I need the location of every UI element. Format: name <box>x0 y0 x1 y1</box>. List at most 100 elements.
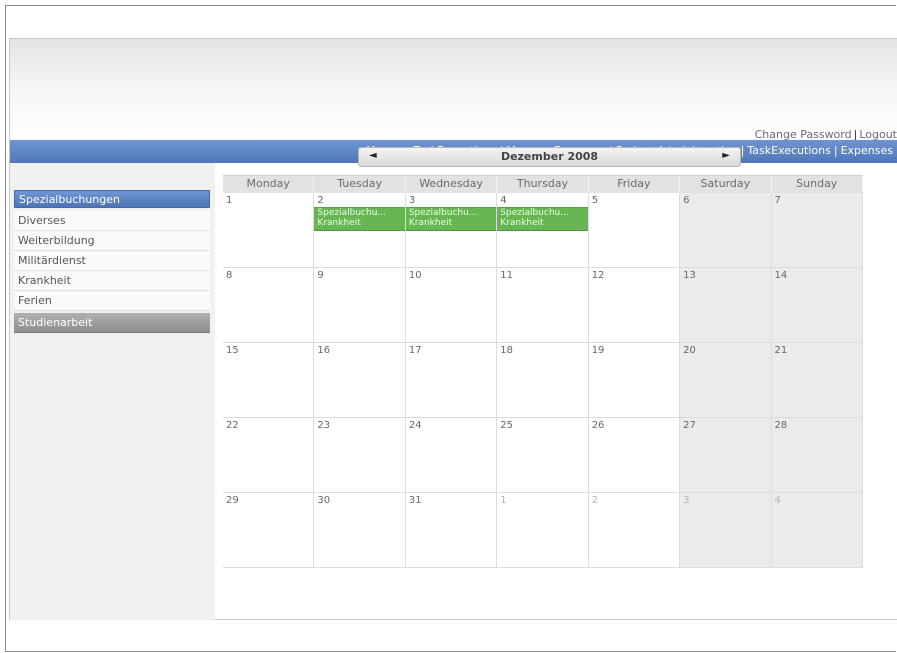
calendar-day-cell[interactable]: 28 <box>771 418 863 492</box>
month-navigator: ◄ Dezember 2008 ► <box>358 147 741 167</box>
day-number: 15 <box>226 345 239 356</box>
day-number: 22 <box>226 420 239 431</box>
day-number: 16 <box>317 345 331 356</box>
event-title: Spezialbuchu... <box>500 208 569 218</box>
calendar-day-cell[interactable]: 2 Spezialbuchu... Krankheit <box>314 193 406 267</box>
weekday-header-row: Monday Tuesday Wednesday Thursday Friday Satu… <box>223 175 863 193</box>
calendar-week-row: 8 9 10 11 12 13 14 <box>223 268 863 343</box>
day-number: 19 <box>591 345 605 356</box>
sidebar-item-studienarbeit[interactable]: Studienarbeit <box>14 313 210 333</box>
calendar-day-cell[interactable]: 12 <box>588 268 681 342</box>
calendar-weeks: 1 2 Spezialbuchu... Krankheit 3 Spezialbuchu.… <box>223 193 863 568</box>
weekday-header: Tuesday <box>314 176 406 193</box>
day-number: 18 <box>500 345 513 356</box>
day-number: 26 <box>591 420 605 431</box>
calendar-week-row: 1 2 Spezialbuchu... Krankheit 3 Spezialbuchu.… <box>223 193 863 268</box>
event-category: Krankheit <box>408 218 453 228</box>
calendar-day-cell[interactable]: 30 <box>314 493 406 567</box>
calendar-day-cell[interactable]: 10 <box>405 268 498 342</box>
sidebar-title[interactable]: Spezialbuchungen <box>14 190 210 208</box>
weekday-header: Wednesday <box>406 176 498 193</box>
weekday-header: Monday <box>223 176 315 193</box>
calendar-day-cell[interactable]: 1 <box>223 193 315 267</box>
calendar-event[interactable]: Spezialbuchu... Krankheit <box>314 207 405 231</box>
calendar-day-cell[interactable]: 4 <box>771 493 863 567</box>
calendar-week-row: 29 30 31 1 2 3 4 <box>223 493 863 568</box>
sidebar-item-ferien[interactable]: Ferien <box>14 291 210 311</box>
calendar-day-cell[interactable]: 13 <box>680 268 772 342</box>
day-number: 30 <box>317 495 331 506</box>
event-title: Spezialbuchu... <box>317 208 386 218</box>
day-number: 31 <box>408 495 422 506</box>
day-number: 24 <box>408 420 422 431</box>
calendar-day-cell[interactable]: 15 <box>223 343 315 417</box>
calendar-day-cell[interactable]: 14 <box>771 268 863 342</box>
calendar-day-cell[interactable]: 2 <box>588 493 681 567</box>
day-number: 3 <box>408 195 416 206</box>
day-number: 5 <box>591 195 599 206</box>
day-number: 1 <box>500 495 507 506</box>
calendar-day-cell[interactable]: 3 Spezialbuchu... Krankheit <box>405 193 498 267</box>
calendar-day-cell[interactable]: 29 <box>223 493 315 567</box>
next-month-arrow-icon[interactable]: ► <box>722 150 730 161</box>
calendar-day-cell[interactable]: 23 <box>314 418 406 492</box>
day-number: 28 <box>774 420 788 431</box>
calendar-day-cell[interactable]: 17 <box>405 343 498 417</box>
calendar-day-cell[interactable]: 8 <box>223 268 315 342</box>
header-banner: Change Password | Logout <box>10 39 897 141</box>
sidebar-list: Diverses Weiterbildung Militärdienst Kra… <box>14 211 210 333</box>
calendar-day-cell[interactable]: 9 <box>314 268 406 342</box>
weekday-header: Sunday <box>772 176 863 193</box>
day-number: 29 <box>226 495 239 506</box>
day-number: 17 <box>408 345 422 356</box>
day-number: 4 <box>774 495 781 506</box>
day-number: 8 <box>226 270 233 281</box>
calendar-day-cell[interactable]: 24 <box>405 418 498 492</box>
calendar-day-cell[interactable]: 27 <box>680 418 772 492</box>
calendar-day-cell[interactable]: 11 <box>497 268 589 342</box>
calendar-day-cell[interactable]: 18 <box>497 343 589 417</box>
day-number: 21 <box>774 345 788 356</box>
calendar-day-cell[interactable]: 26 <box>588 418 681 492</box>
sidebar-item-militaerdienst[interactable]: Militärdienst <box>14 251 210 271</box>
calendar-event[interactable]: Spezialbuchu... Krankheit <box>405 207 497 231</box>
calendar-day-cell[interactable]: 22 <box>223 418 315 492</box>
calendar-day-cell[interactable]: 3 <box>680 493 772 567</box>
nav-taskexecutions[interactable]: TaskExecutions <box>747 144 830 157</box>
calendar-day-cell[interactable]: 31 <box>405 493 498 567</box>
calendar-day-cell[interactable]: 7 <box>771 193 863 267</box>
calendar-week-row: 22 23 24 25 26 27 28 <box>223 418 863 493</box>
calendar-day-cell[interactable]: 6 <box>680 193 772 267</box>
calendar-day-cell[interactable]: 21 <box>771 343 863 417</box>
day-number: 12 <box>591 270 605 281</box>
day-number: 2 <box>317 195 324 206</box>
calendar-day-cell[interactable]: 19 <box>588 343 681 417</box>
calendar-event[interactable]: Spezialbuchu... Krankheit <box>497 207 588 231</box>
calendar-day-cell[interactable]: 16 <box>314 343 406 417</box>
day-number: 20 <box>683 345 696 356</box>
sidebar-item-diverses[interactable]: Diverses <box>14 211 210 231</box>
day-number: 7 <box>774 195 781 206</box>
event-category: Krankheit <box>500 218 544 228</box>
sidebar-item-weiterbildung[interactable]: Weiterbildung <box>14 231 210 251</box>
calendar-day-cell[interactable]: 4 Spezialbuchu... Krankheit <box>497 193 589 267</box>
day-number: 9 <box>317 270 324 281</box>
event-category: Krankheit <box>317 218 361 228</box>
day-number: 10 <box>408 270 422 281</box>
day-number: 2 <box>591 495 599 506</box>
sidebar-item-krankheit[interactable]: Krankheit <box>14 271 210 291</box>
calendar-day-cell[interactable]: 5 <box>588 193 681 267</box>
calendar-week-row: 15 16 17 18 19 20 21 <box>223 343 863 418</box>
nav-separator: | <box>833 144 838 157</box>
day-number: 4 <box>500 195 507 206</box>
day-number: 3 <box>683 495 690 506</box>
calendar-day-cell[interactable]: 20 <box>680 343 772 417</box>
nav-expenses[interactable]: Expenses <box>841 144 893 157</box>
sidebar: Spezialbuchungen Diverses Weiterbildung … <box>10 163 215 620</box>
month-calendar: Monday Tuesday Wednesday Thursday Friday Satu… <box>223 175 863 568</box>
calendar-day-cell[interactable]: 1 <box>497 493 589 567</box>
day-number: 11 <box>500 270 513 281</box>
weekday-header: Friday <box>589 176 681 193</box>
calendar-day-cell[interactable]: 25 <box>497 418 589 492</box>
day-number: 6 <box>683 195 690 206</box>
